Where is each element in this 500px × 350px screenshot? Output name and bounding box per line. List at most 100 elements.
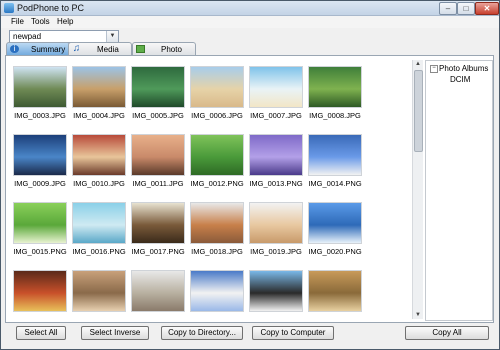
photo-image [72, 66, 126, 108]
photo-thumbnail[interactable] [189, 268, 245, 322]
copy-to-computer-button[interactable]: Copy to Computer [252, 326, 334, 340]
photo-filename: IMG_0010.JPG [73, 179, 125, 188]
info-icon: i [10, 45, 19, 53]
title-bar[interactable]: PodPhone to PC – □ ✕ [1, 1, 499, 16]
photo-filename: IMG_0005.JPG [132, 111, 184, 120]
photo-image [308, 270, 362, 312]
menu-help[interactable]: Help [57, 17, 73, 26]
photo-image [13, 270, 67, 312]
photo-image [249, 134, 303, 176]
photo-image [72, 202, 126, 244]
scrollbar-thumb[interactable] [414, 70, 423, 152]
photo-image [249, 66, 303, 108]
scroll-up-icon[interactable]: ▲ [413, 60, 423, 68]
photo-image [308, 202, 362, 244]
photo-image [131, 270, 185, 312]
music-note-icon: ♫ [72, 43, 81, 54]
photo-thumbnail[interactable] [307, 268, 363, 322]
photo-filename: IMG_0020.PNG [308, 247, 362, 256]
photo-filename: IMG_0004.JPG [73, 111, 125, 120]
photo-thumbnail[interactable]: IMG_0005.JPG [130, 64, 186, 126]
photo-thumbnail[interactable]: IMG_0017.PNG [130, 200, 186, 262]
photo-thumbnail[interactable] [12, 268, 68, 322]
photo-thumbnail[interactable]: IMG_0013.PNG [248, 132, 304, 194]
copy-to-directory-button[interactable]: Copy to Directory... [161, 326, 243, 340]
photo-thumbnail[interactable]: IMG_0012.PNG [189, 132, 245, 194]
photo-thumbnail[interactable]: IMG_0020.PNG [307, 200, 363, 262]
chevron-down-icon[interactable]: ▼ [106, 31, 118, 42]
photo-image [13, 134, 67, 176]
minimize-button[interactable]: – [439, 2, 457, 15]
collapse-icon[interactable]: − [430, 65, 438, 73]
close-button[interactable]: ✕ [475, 2, 499, 15]
menu-file[interactable]: File [11, 17, 24, 26]
photo-thumbnail[interactable]: IMG_0015.PNG [12, 200, 68, 262]
photo-filename: IMG_0003.JPG [14, 111, 66, 120]
photo-thumbnail[interactable]: IMG_0003.JPG [12, 64, 68, 126]
photo-thumbnail[interactable]: IMG_0016.PNG [71, 200, 127, 262]
photo-image [131, 66, 185, 108]
tab-media[interactable]: ♫ Media [68, 42, 132, 56]
tree-item-dcim[interactable]: DCIM [450, 75, 470, 84]
photo-filename: IMG_0009.JPG [14, 179, 66, 188]
photo-thumbnail[interactable]: IMG_0004.JPG [71, 64, 127, 126]
app-window: PodPhone to PC – □ ✕ File Tools Help new… [0, 0, 500, 350]
photo-filename: IMG_0006.JPG [191, 111, 243, 120]
photo-thumbnail[interactable]: IMG_0010.JPG [71, 132, 127, 194]
photo-image [190, 202, 244, 244]
photo-thumbnail[interactable] [71, 268, 127, 322]
photo-image [308, 66, 362, 108]
tab-photo-label: Photo [161, 45, 182, 54]
photo-thumbnail[interactable] [248, 268, 304, 322]
tab-media-label: Media [97, 45, 119, 54]
app-icon [4, 3, 14, 13]
photo-filename: IMG_0016.PNG [72, 247, 126, 256]
photo-thumbnail[interactable]: IMG_0006.JPG [189, 64, 245, 126]
photo-image [249, 202, 303, 244]
photo-panel: IMG_0003.JPG IMG_0004.JPG IMG_0005.JPG IMG_… [5, 55, 494, 323]
tree-item-photo-albums[interactable]: Photo Albums [439, 64, 488, 73]
album-tree[interactable]: − Photo Albums DCIM [425, 60, 493, 321]
photo-thumbnail[interactable]: IMG_0007.JPG [248, 64, 304, 126]
photo-filename: IMG_0008.JPG [309, 111, 361, 120]
select-all-button[interactable]: Select All [16, 326, 66, 340]
photo-filename: IMG_0012.PNG [190, 179, 244, 188]
photo-filename: IMG_0019.JPG [250, 247, 302, 256]
scroll-down-icon[interactable]: ▼ [413, 311, 423, 319]
photo-thumbnail[interactable]: IMG_0018.JPG [189, 200, 245, 262]
photo-image [308, 134, 362, 176]
tab-photo[interactable]: Photo [132, 42, 196, 56]
photo-image [190, 66, 244, 108]
photo-thumbnail[interactable]: IMG_0011.JPG [130, 132, 186, 194]
photo-image [13, 66, 67, 108]
photo-thumbnail[interactable] [130, 268, 186, 322]
maximize-button[interactable]: □ [457, 2, 475, 15]
photo-image [72, 270, 126, 312]
photo-filename: IMG_0018.JPG [191, 247, 243, 256]
tab-summary[interactable]: i Summary [6, 42, 70, 56]
photo-filename: IMG_0007.JPG [250, 111, 302, 120]
photo-image [131, 202, 185, 244]
photo-thumbnail[interactable]: IMG_0009.JPG [12, 132, 68, 194]
photo-filename: IMG_0014.PNG [308, 179, 362, 188]
photo-image [72, 134, 126, 176]
photo-thumbnail-grid[interactable]: IMG_0003.JPG IMG_0004.JPG IMG_0005.JPG IMG_… [10, 60, 412, 322]
photo-thumbnail[interactable]: IMG_0008.JPG [307, 64, 363, 126]
menu-tools[interactable]: Tools [31, 17, 50, 26]
photo-image [190, 270, 244, 312]
tab-summary-label: Summary [31, 45, 66, 54]
photo-thumbnail[interactable]: IMG_0014.PNG [307, 132, 363, 194]
menu-bar: File Tools Help [1, 16, 499, 28]
photo-thumbnail[interactable]: IMG_0019.JPG [248, 200, 304, 262]
photo-filename: IMG_0011.JPG [132, 179, 184, 188]
copy-all-button[interactable]: Copy All [405, 326, 489, 340]
photo-filename: IMG_0013.PNG [249, 179, 303, 188]
photo-image [13, 202, 67, 244]
device-dropdown-value: newpad [13, 32, 42, 41]
photo-image [131, 134, 185, 176]
photo-icon [136, 45, 145, 53]
photo-image [249, 270, 303, 312]
window-title: PodPhone to PC [17, 3, 85, 13]
vertical-scrollbar[interactable]: ▲ ▼ [412, 60, 423, 319]
select-inverse-button[interactable]: Select Inverse [81, 326, 149, 340]
